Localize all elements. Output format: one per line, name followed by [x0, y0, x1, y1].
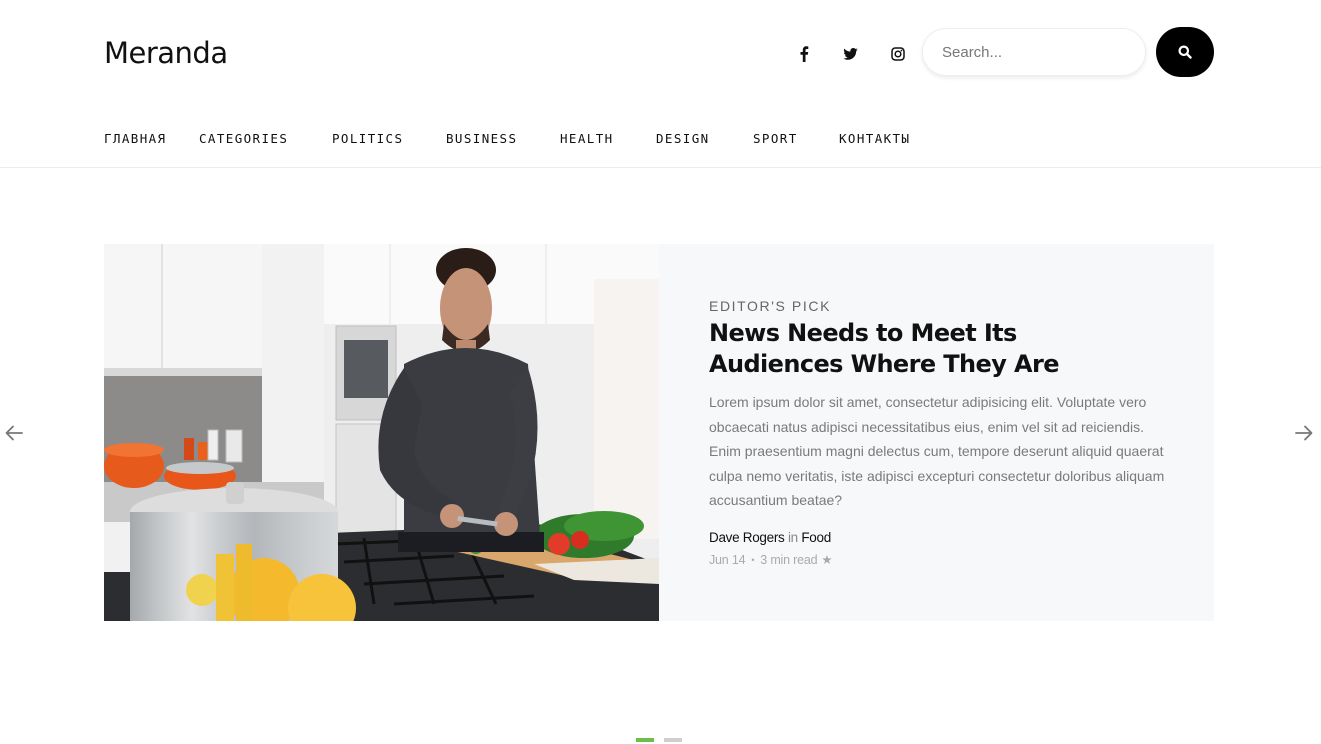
slider-prev-button[interactable] [3, 422, 25, 444]
instagram-icon [891, 47, 905, 61]
twitter-link[interactable] [840, 44, 860, 64]
featured-byline: Dave Rogers in Food [709, 530, 831, 545]
search-icon [1178, 45, 1192, 59]
search-box [922, 28, 1146, 76]
featured-excerpt: Lorem ipsum dolor sit amet, consectetur … [709, 394, 1165, 508]
featured-panel: EDITOR'S PICK News Needs to Meet Its Aud… [659, 244, 1214, 621]
site-logo[interactable]: Meranda [104, 36, 228, 70]
nav-item-home[interactable]: ГЛАВНАЯ [104, 131, 166, 146]
featured-image[interactable] [104, 244, 659, 621]
byline-in: in [787, 530, 798, 545]
featured-meta: Jun 14 • 3 min read ★ [709, 552, 833, 568]
star-icon: ★ [821, 553, 833, 567]
category-link[interactable]: Food [801, 530, 831, 545]
facebook-link[interactable] [794, 44, 814, 64]
nav-item-design[interactable]: DESIGN [656, 131, 710, 146]
twitter-icon [842, 48, 858, 60]
search-button[interactable] [1156, 27, 1214, 77]
meta-separator: • [751, 554, 755, 565]
nav-item-categories[interactable]: CATEGORIES [199, 131, 288, 146]
arrow-right-icon [1295, 425, 1313, 441]
kitchen-photo [104, 244, 659, 621]
instagram-link[interactable] [888, 44, 908, 64]
featured-kicker: EDITOR'S PICK [709, 298, 832, 314]
slider-dot-1[interactable] [636, 738, 654, 742]
header-divider [0, 167, 1321, 168]
featured-headline[interactable]: News Needs to Meet Its Audiences Where T… [709, 318, 1139, 380]
slider-dot-2[interactable] [664, 738, 682, 742]
nav-item-health[interactable]: HEALTH [560, 131, 614, 146]
arrow-left-icon [5, 425, 23, 441]
author-link[interactable]: Dave Rogers [709, 530, 785, 545]
nav-item-politics[interactable]: POLITICS [332, 131, 403, 146]
nav-item-sport[interactable]: SPORT [753, 131, 798, 146]
facebook-icon [800, 46, 809, 62]
nav-item-contacts[interactable]: КОНТАКТЫ [839, 131, 910, 146]
search-input[interactable] [923, 29, 1145, 75]
nav-item-business[interactable]: BUSINESS [446, 131, 517, 146]
slider-next-button[interactable] [1293, 422, 1315, 444]
read-time: 3 min read [760, 552, 818, 567]
post-date: Jun 14 [709, 552, 746, 567]
